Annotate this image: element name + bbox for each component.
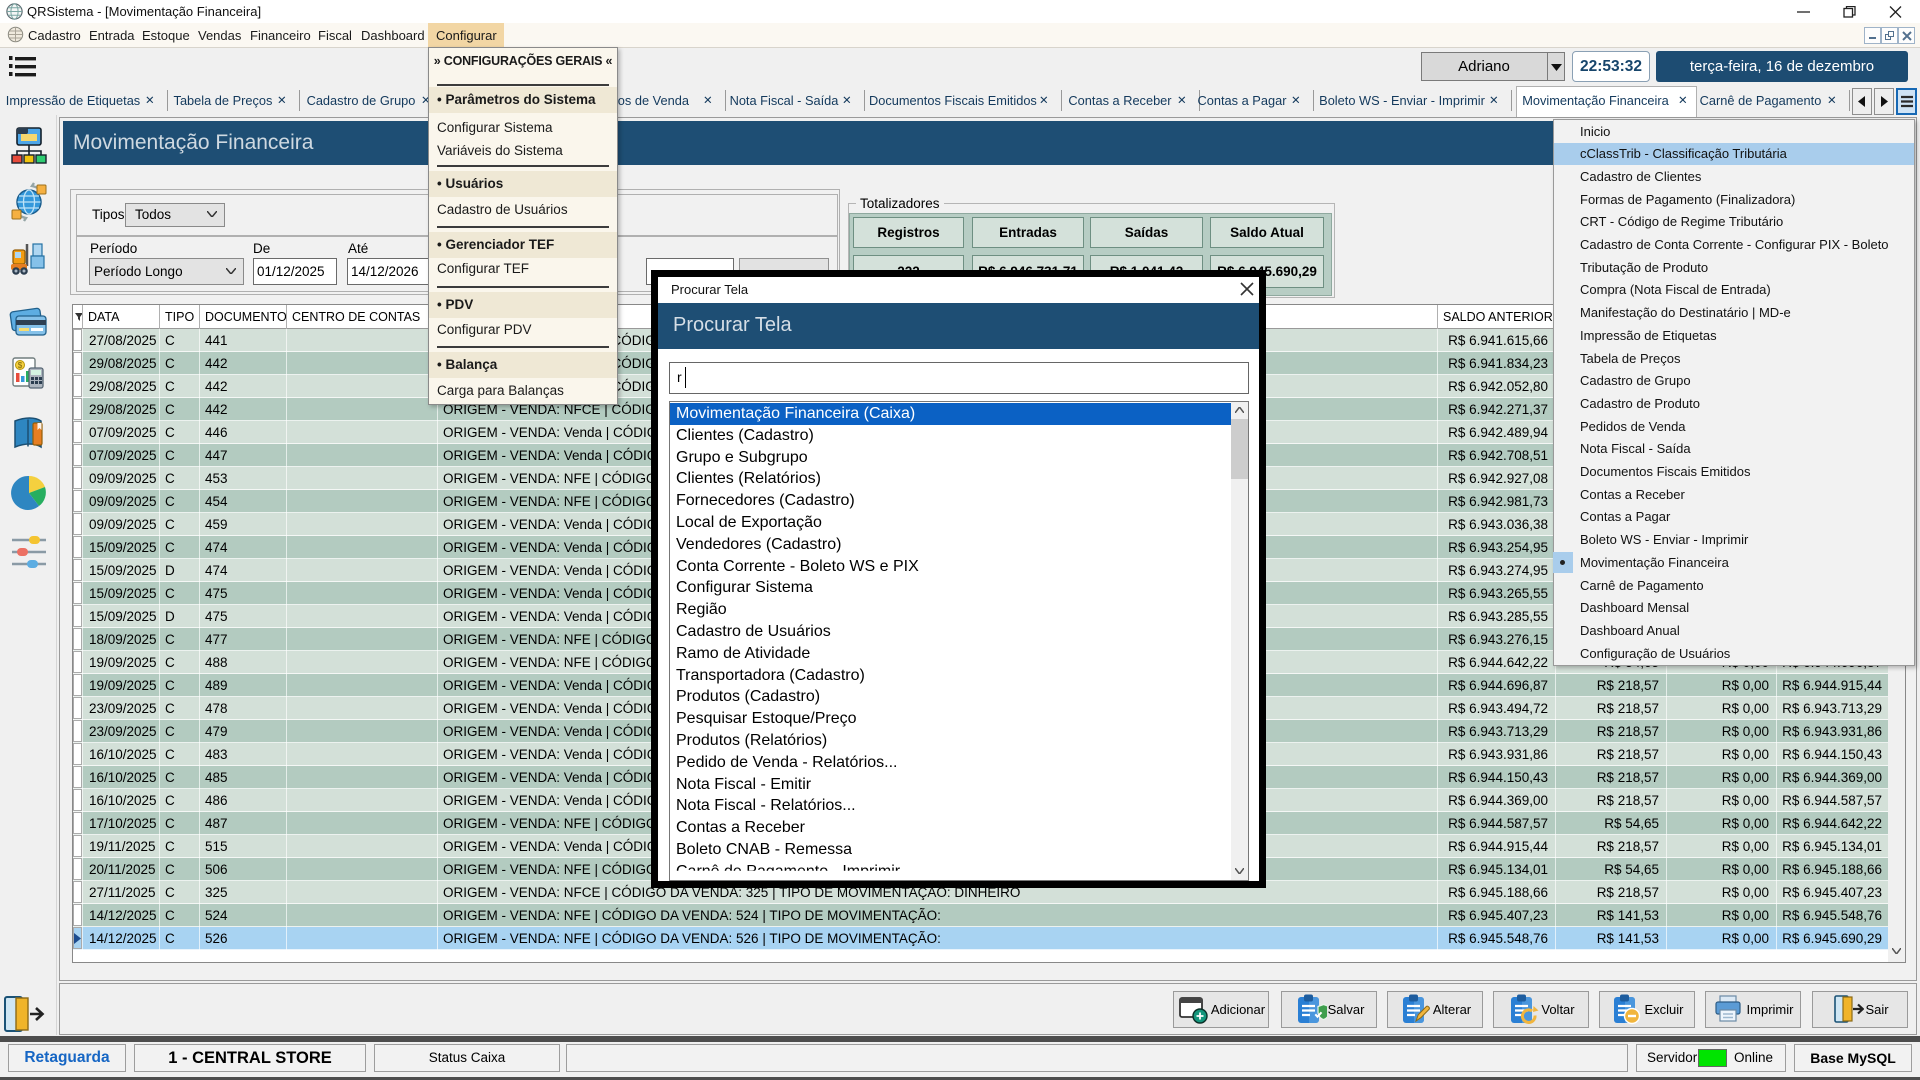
svg-text:$: $ (18, 361, 23, 370)
